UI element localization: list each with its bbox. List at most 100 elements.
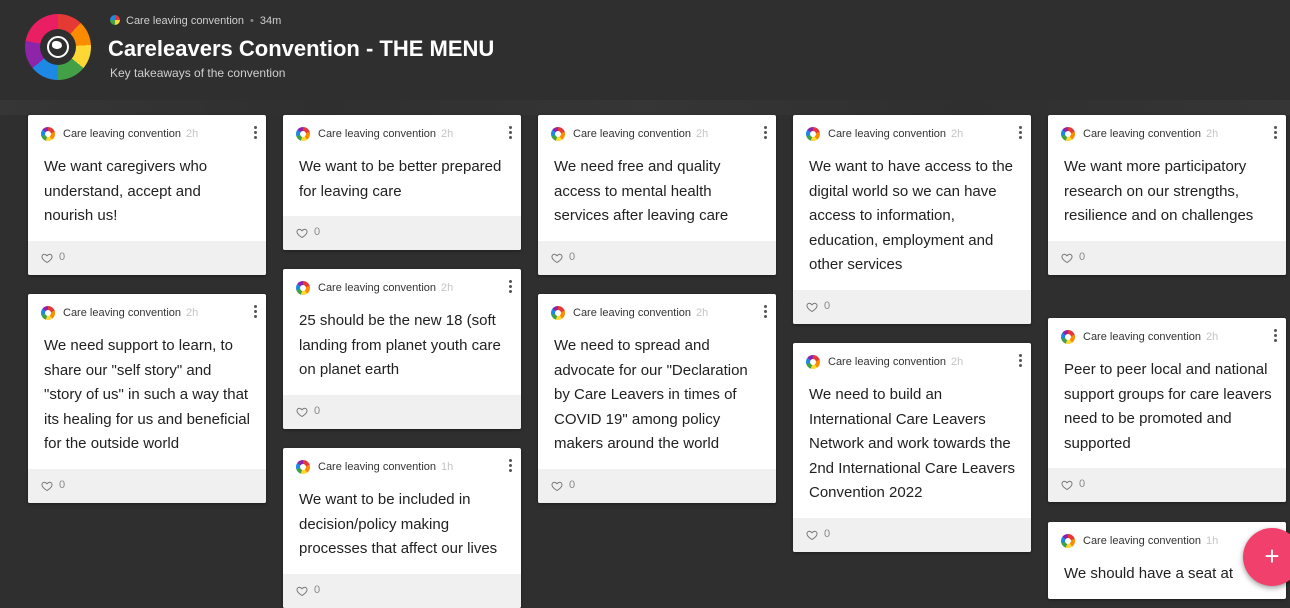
like-count: 0 <box>314 226 321 238</box>
post-footer: 0 <box>538 240 776 275</box>
post-time: 1h <box>441 461 454 473</box>
kebab-icon[interactable] <box>252 124 258 142</box>
heart-icon[interactable] <box>296 585 308 597</box>
kebab-icon[interactable] <box>1272 327 1278 345</box>
board-title: Careleavers Convention - THE MENU <box>108 36 495 61</box>
kebab-icon[interactable] <box>762 303 768 321</box>
like-count: 0 <box>59 250 66 263</box>
kebab-icon[interactable] <box>252 303 258 321</box>
kebab-icon[interactable] <box>1272 124 1278 142</box>
post-card[interactable]: Care leaving convention 2h We need suppor… <box>28 294 266 503</box>
board-header: Care leaving convention • 34m Careleavers … <box>0 0 1290 100</box>
post-card[interactable]: Care leaving convention 1h We want to be … <box>283 448 521 608</box>
like-count: 0 <box>314 583 321 596</box>
post-card[interactable]: Care leaving convention 2h We want to be … <box>283 115 521 250</box>
author-avatar <box>806 355 820 369</box>
post-header: Care leaving convention 2h <box>1048 318 1286 348</box>
post-header: Care leaving convention 2h <box>283 269 521 299</box>
like-count: 0 <box>314 404 321 417</box>
author-avatar <box>41 127 55 141</box>
heart-icon[interactable] <box>296 227 308 239</box>
post-header: Care leaving convention 2h <box>538 294 776 324</box>
post-author: Care leaving convention <box>318 128 437 140</box>
like-count: 0 <box>569 250 576 263</box>
post-card[interactable]: Care leaving convention 2h We want caregi… <box>28 115 266 275</box>
heart-icon[interactable] <box>806 301 818 313</box>
post-time: 2h <box>186 307 199 319</box>
post-time: 2h <box>441 282 454 294</box>
post-time: 2h <box>951 128 964 140</box>
like-count: 0 <box>59 478 66 491</box>
post-footer: 0 <box>283 573 521 608</box>
board-meta: Care leaving convention • 34m <box>110 15 281 27</box>
post-footer: 0 <box>28 468 266 503</box>
globe-icon <box>47 36 69 58</box>
post-time: 2h <box>951 356 964 368</box>
post-author: Care leaving convention <box>63 128 182 140</box>
heart-icon[interactable] <box>551 252 563 264</box>
post-card[interactable]: Care leaving convention 2h Peer to peer l… <box>1048 318 1286 502</box>
heart-icon[interactable] <box>41 480 53 492</box>
post-footer: 0 <box>283 394 521 429</box>
post-author: Care leaving convention <box>573 128 692 140</box>
heart-icon[interactable] <box>1061 252 1073 264</box>
author-avatar <box>806 127 820 141</box>
post-card[interactable]: Care leaving convention 2h 25 should be t… <box>283 269 521 429</box>
post-footer: 0 <box>1048 240 1286 275</box>
post-header: Care leaving convention 2h <box>283 115 521 145</box>
board-author[interactable]: Care leaving convention <box>126 15 244 27</box>
post-author: Care leaving convention <box>318 282 437 294</box>
post-header: Care leaving convention 2h <box>28 115 266 145</box>
plus-icon: + <box>1264 541 1280 571</box>
post-author: Care leaving convention <box>63 307 182 319</box>
board-subtitle: Key takeaways of the convention <box>110 66 286 80</box>
post-text: We need support to learn, to share our "… <box>44 337 250 452</box>
heart-icon[interactable] <box>1061 479 1073 491</box>
like-count: 0 <box>824 299 831 312</box>
author-avatar <box>296 460 310 474</box>
post-card[interactable]: Care leaving convention 2h We need to spr… <box>538 294 776 503</box>
author-avatar <box>1061 330 1075 344</box>
post-card[interactable]: Care leaving convention 2h We want to hav… <box>793 115 1031 324</box>
kebab-icon[interactable] <box>1017 124 1023 142</box>
heart-icon[interactable] <box>41 252 53 264</box>
author-avatar <box>41 306 55 320</box>
heart-icon[interactable] <box>296 406 308 418</box>
post-header: Care leaving convention 2h <box>1048 115 1286 145</box>
post-time: 2h <box>696 307 709 319</box>
post-header: Care leaving convention 1h <box>283 448 521 478</box>
post-header: Care leaving convention 2h <box>538 115 776 145</box>
post-time: 1h <box>1206 535 1219 547</box>
kebab-icon[interactable] <box>507 124 513 142</box>
post-text: We need free and quality access to menta… <box>554 158 729 224</box>
heart-icon[interactable] <box>806 529 818 541</box>
author-avatar <box>296 281 310 295</box>
post-text: Peer to peer local and national support … <box>1064 361 1272 452</box>
kebab-icon[interactable] <box>507 457 513 475</box>
post-text: We want to have access to the digital wo… <box>809 158 1014 273</box>
post-author: Care leaving convention <box>573 307 692 319</box>
post-text: We want to be better prepared for leavin… <box>299 158 502 200</box>
like-count: 0 <box>824 527 831 540</box>
post-card[interactable]: Care leaving convention 2h We need free a… <box>538 115 776 275</box>
post-time: 2h <box>696 128 709 140</box>
kebab-icon[interactable] <box>507 278 513 296</box>
kebab-icon[interactable] <box>762 124 768 142</box>
post-time: 2h <box>1206 331 1219 343</box>
board-time: 34m <box>259 15 282 27</box>
post-author: Care leaving convention <box>1083 331 1202 343</box>
author-avatar <box>1061 534 1075 548</box>
post-card[interactable]: Care leaving convention 2h We want more p… <box>1048 115 1286 275</box>
heart-icon[interactable] <box>551 480 563 492</box>
post-text: We want more participatory research on o… <box>1064 158 1254 224</box>
post-header: Care leaving convention 2h <box>793 343 1031 373</box>
post-footer: 0 <box>793 517 1031 552</box>
post-author: Care leaving convention <box>1083 128 1202 140</box>
author-avatar <box>1061 127 1075 141</box>
author-avatar <box>551 127 565 141</box>
post-text: 25 should be the new 18 (soft landing fr… <box>299 312 501 378</box>
post-footer: 0 <box>283 216 521 250</box>
post-card[interactable]: Care leaving convention 2h We need to bui… <box>793 343 1031 552</box>
author-avatar <box>296 127 310 141</box>
kebab-icon[interactable] <box>1017 352 1023 370</box>
